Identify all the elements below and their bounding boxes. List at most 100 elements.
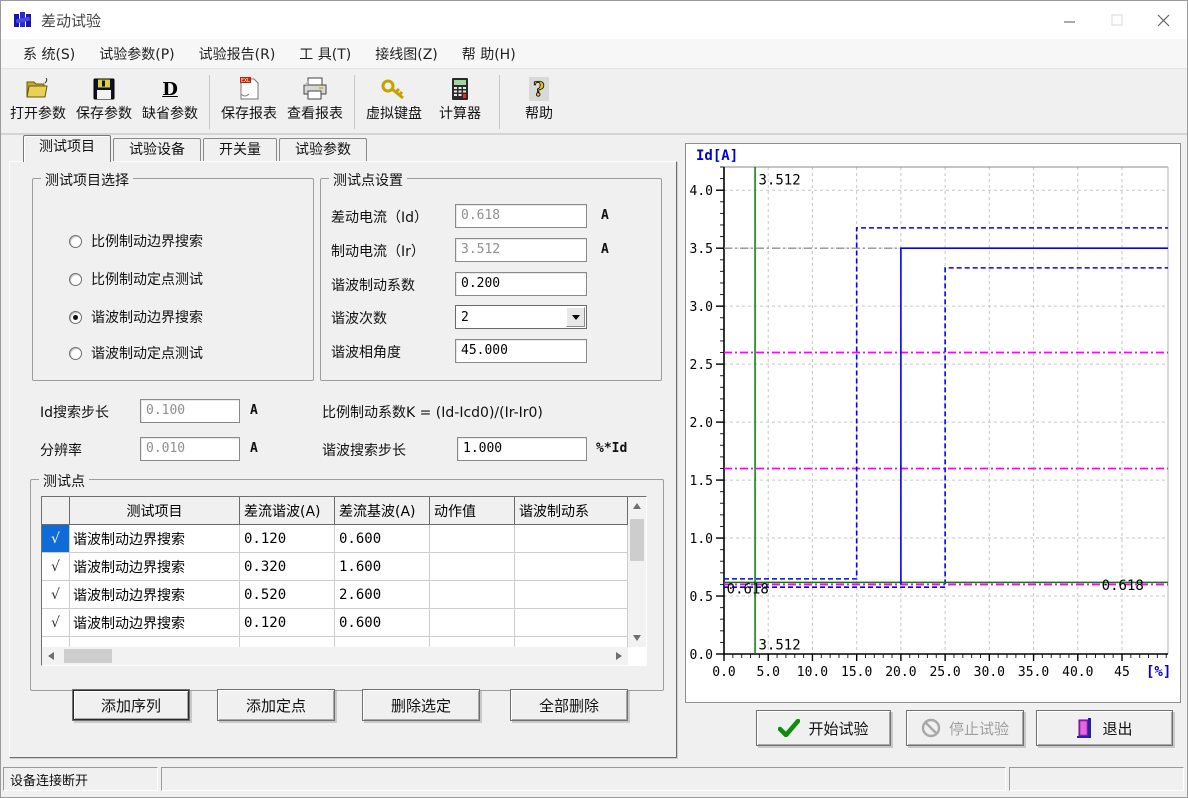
- horizontal-scrollbar[interactable]: [42, 647, 628, 665]
- start-test-button[interactable]: 开始试验: [756, 710, 891, 746]
- vertical-scrollbar[interactable]: [628, 497, 646, 647]
- group-test-point-settings: 测试点设置 差动电流（Id） 0.618 A 制动电流（Ir） 3.512 A …: [320, 178, 662, 381]
- toolbar-button-help[interactable]: ? 帮助: [506, 72, 572, 132]
- menu-item-help[interactable]: 帮 助(H): [450, 40, 528, 68]
- radio-icon: [69, 347, 82, 360]
- radio-ratio-boundary-search[interactable]: 比例制动边界搜索: [69, 231, 203, 251]
- svg-text:0.0: 0.0: [690, 648, 713, 663]
- menu-item-tools[interactable]: 工 具(T): [287, 40, 363, 68]
- toolbar-separator: [354, 75, 355, 129]
- toolbar-button-save-report[interactable]: EXL 保存报表: [216, 72, 282, 132]
- toolbar-label: 打开参数: [10, 103, 66, 125]
- vertical-scroll-thumb[interactable]: [630, 519, 644, 561]
- harmonic-phase-angle-field[interactable]: 45.000: [455, 339, 587, 363]
- table-row[interactable]: √ 谐波制动边界搜索 0.320 1.600: [42, 553, 628, 581]
- svg-text:25.0: 25.0: [929, 665, 960, 680]
- app-icon: [13, 10, 33, 30]
- svg-text:2.5: 2.5: [690, 358, 713, 373]
- scroll-down-arrow[interactable]: [628, 629, 646, 647]
- harmonic-search-step-field[interactable]: 1.000: [457, 437, 587, 461]
- harmonic-order-select[interactable]: 2: [455, 305, 587, 329]
- diff-current-field[interactable]: 0.618: [455, 204, 587, 228]
- prohibition-icon: [921, 718, 941, 738]
- add-fixed-point-button[interactable]: 添加定点: [217, 689, 335, 721]
- column-header-fundamental: 差流基波(A): [335, 497, 430, 525]
- main-area: 测试项目 试验设备 开关量 试验参数 测试项目选择 比例制动边界搜索 比例制动定…: [1, 135, 1187, 765]
- harmonic-restraint-coeff-field[interactable]: 0.200: [455, 272, 587, 296]
- radio-ratio-fixed-point-test[interactable]: 比例制动定点测试: [69, 269, 203, 289]
- svg-text:3.512: 3.512: [758, 172, 800, 188]
- delete-all-button[interactable]: 全部删除: [510, 689, 628, 721]
- toolbar-button-calculator[interactable]: 计算器: [427, 72, 493, 132]
- radio-icon: [69, 273, 82, 286]
- field-unit: A: [601, 208, 609, 223]
- test-point-table: 测试项目 差流谐波(A) 差流基波(A) 动作值 谐波制动系 √ 谐波制动边界搜…: [41, 496, 647, 666]
- field-label: 分辨率: [40, 440, 82, 460]
- column-header-action-value: 动作值: [430, 497, 515, 525]
- check-icon: √: [51, 531, 60, 547]
- scroll-up-arrow[interactable]: [628, 497, 646, 515]
- delete-selected-button[interactable]: 删除选定: [362, 689, 480, 721]
- resolution-field[interactable]: 0.010: [140, 437, 240, 461]
- table-row[interactable]: √ 谐波制动边界搜索 0.120 0.600: [42, 525, 628, 553]
- svg-text:3.5: 3.5: [690, 242, 713, 257]
- field-unit: A: [250, 441, 258, 456]
- svg-text:45: 45: [1114, 665, 1130, 680]
- toolbar-label: 计算器: [439, 103, 481, 125]
- toolbar-button-view-report[interactable]: 查看报表: [282, 72, 348, 132]
- tab-switch-quantity[interactable]: 开关量: [203, 138, 277, 161]
- horizontal-scroll-thumb[interactable]: [64, 649, 112, 663]
- minimize-button[interactable]: [1046, 1, 1093, 39]
- scroll-right-arrow[interactable]: [610, 647, 628, 665]
- column-header-check: [42, 497, 70, 525]
- toolbar-button-default-params[interactable]: D 缺省参数: [137, 72, 203, 132]
- field-unit: A: [601, 242, 609, 257]
- menu-item-system[interactable]: 系 统(S): [11, 40, 87, 68]
- check-icon: √: [51, 559, 60, 575]
- chevron-down-icon: [572, 315, 580, 320]
- column-header-harmonic: 差流谐波(A): [240, 497, 335, 525]
- printer-icon: [302, 75, 328, 103]
- svg-text:Id[A]: Id[A]: [696, 148, 738, 164]
- status-bar: 设备连接断开: [1, 764, 1187, 797]
- toolbar-separator: [499, 75, 500, 129]
- combo-dropdown-button[interactable]: [566, 307, 585, 327]
- scroll-left-arrow[interactable]: [42, 647, 60, 665]
- toolbar-label: 保存报表: [221, 103, 277, 125]
- toolbar-button-open-params[interactable]: 打开参数: [5, 72, 71, 132]
- open-folder-icon: [25, 75, 51, 103]
- maximize-icon: [1111, 14, 1123, 26]
- svg-text:[%]: [%]: [1146, 664, 1171, 680]
- restraint-current-field[interactable]: 3.512: [455, 238, 587, 262]
- tab-test-items[interactable]: 测试项目: [23, 135, 111, 162]
- group-test-item-select: 测试项目选择 比例制动边界搜索 比例制动定点测试 谐波制动边界搜索 谐波制动定点…: [32, 178, 314, 381]
- radio-harmonic-fixed-point-test[interactable]: 谐波制动定点测试: [69, 343, 203, 363]
- toolbar-button-save-params[interactable]: 保存参数: [71, 72, 137, 132]
- menu-item-test-params[interactable]: 试验参数(P): [87, 40, 186, 68]
- menu-item-test-report[interactable]: 试验报告(R): [187, 40, 288, 68]
- radio-harmonic-boundary-search[interactable]: 谐波制动边界搜索: [69, 307, 203, 327]
- id-search-step-field[interactable]: 0.100: [140, 399, 240, 423]
- table-grid: 测试项目 差流谐波(A) 差流基波(A) 动作值 谐波制动系 √ 谐波制动边界搜…: [42, 497, 628, 647]
- default-params-d-icon: D: [162, 75, 178, 103]
- ratio-coefficient-formula: 比例制动系数K = (Id-Icd0)/(Ir-Ir0): [322, 402, 543, 422]
- exit-button[interactable]: 退出: [1036, 710, 1173, 746]
- radio-icon: [69, 235, 82, 248]
- radio-icon: [69, 311, 82, 324]
- table-row[interactable]: √ 谐波制动边界搜索 0.520 2.600: [42, 581, 628, 609]
- toolbar-button-virtual-keyboard[interactable]: 虚拟键盘: [361, 72, 427, 132]
- maximize-button[interactable]: [1093, 1, 1140, 39]
- svg-text:2.0: 2.0: [690, 416, 713, 431]
- stop-test-button[interactable]: 停止试验: [906, 710, 1024, 746]
- tab-test-device[interactable]: 试验设备: [113, 138, 201, 161]
- table-row[interactable]: √ 谐波制动边界搜索 0.120 0.600: [42, 609, 628, 637]
- close-button[interactable]: [1140, 1, 1187, 39]
- toolbar-label: 保存参数: [76, 103, 132, 125]
- tab-test-params[interactable]: 试验参数: [279, 138, 367, 161]
- menu-item-wiring-diagram[interactable]: 接线图(Z): [363, 40, 450, 68]
- add-sequence-button[interactable]: 添加序列: [72, 689, 190, 721]
- svg-text:0.0: 0.0: [712, 665, 735, 680]
- svg-text:?: ?: [533, 77, 545, 101]
- svg-text:40.0: 40.0: [1062, 665, 1093, 680]
- field-label: Id搜索步长: [40, 402, 109, 422]
